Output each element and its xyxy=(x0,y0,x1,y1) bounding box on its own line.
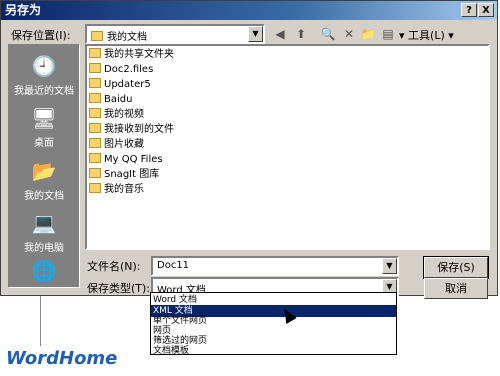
list-item-label: 我接收到的文件 xyxy=(104,124,174,135)
filetype-label: 保存类型(T): xyxy=(87,282,151,295)
place-my-computer[interactable]: 💻 我的电脑 xyxy=(9,210,79,254)
folder-icon xyxy=(89,93,101,103)
list-item[interactable]: Doc2.files xyxy=(89,62,153,77)
folder-icon xyxy=(89,123,101,133)
folder-icon xyxy=(89,63,101,73)
my-documents-icon: 📂 xyxy=(31,159,57,183)
folder-icon xyxy=(89,168,101,178)
list-item-label: SnagIt 图库 xyxy=(104,169,160,180)
list-item-label: Updater5 xyxy=(104,79,151,90)
chevron-down-icon[interactable]: ▼ xyxy=(248,26,263,42)
place-recent[interactable]: 🕘 我最近的文档 xyxy=(9,53,79,97)
network-globe-icon: 🌐 xyxy=(31,259,57,283)
filename-value: Doc11 xyxy=(157,260,190,271)
window-title: 另存为 xyxy=(5,3,42,17)
cancel-button[interactable]: 取消 xyxy=(424,278,488,299)
tools-label: 工具(L) xyxy=(408,29,445,42)
file-list[interactable]: 我的共享文件夹 Doc2.files Updater5 Baidu 我的视频 我… xyxy=(85,44,490,250)
list-item-label: 我的视频 xyxy=(104,109,144,120)
list-item[interactable]: 我的视频 xyxy=(89,107,144,122)
places-bar: 🕘 我最近的文档 🖥 桌面 📂 我的文档 💻 我的电脑 🌐 xyxy=(8,44,80,288)
help-button[interactable]: ? xyxy=(461,3,477,17)
list-item[interactable]: 我的共享文件夹 xyxy=(89,47,174,62)
filename-label: 文件名(N): xyxy=(87,260,141,273)
delete-icon[interactable]: ✕ xyxy=(340,26,358,42)
place-my-computer-label: 我的电脑 xyxy=(24,243,64,254)
close-button[interactable]: X xyxy=(478,3,494,17)
folder-icon xyxy=(89,153,101,163)
list-item[interactable]: SnagIt 图库 xyxy=(89,167,159,182)
list-item[interactable]: 我接收到的文件 xyxy=(89,122,174,137)
watermark-logo: WordHome xyxy=(6,348,118,369)
list-item[interactable]: 图片收藏 xyxy=(89,137,144,152)
chevron-down-icon[interactable]: ▼ xyxy=(382,258,397,274)
place-network[interactable]: 🌐 xyxy=(9,258,79,287)
list-item-label: 我的音乐 xyxy=(104,184,144,195)
folder-icon xyxy=(89,78,101,88)
views-icon[interactable]: ▤ xyxy=(379,26,397,42)
filename-input[interactable]: Doc11 ▼ xyxy=(151,256,399,276)
list-item[interactable]: Updater5 xyxy=(89,77,151,92)
filetype-dropdown-list[interactable]: Word 文档 XML 文档 单个文件网页 网页 筛选过的网页 文档模板 xyxy=(150,292,397,357)
place-desktop-label: 桌面 xyxy=(34,138,54,149)
back-icon[interactable]: ◀ xyxy=(271,26,289,42)
search-web-icon[interactable]: 🔍 xyxy=(319,26,337,42)
new-folder-icon[interactable]: 📁 xyxy=(359,26,377,42)
title-bar: 另存为 ? X xyxy=(1,1,497,20)
list-item-label: My QQ Files xyxy=(104,154,163,165)
place-recent-label: 我最近的文档 xyxy=(14,86,74,97)
save-button[interactable]: 保存(S) xyxy=(423,256,489,279)
list-item[interactable]: My QQ Files xyxy=(89,152,163,167)
place-my-documents[interactable]: 📂 我的文档 xyxy=(9,158,79,202)
save-location-text: 我的文档 xyxy=(107,32,147,43)
list-item[interactable]: 我的音乐 xyxy=(89,182,144,197)
guide-line xyxy=(40,296,41,346)
list-item-label: 我的共享文件夹 xyxy=(104,49,174,60)
save-location-combo[interactable]: 我的文档 ▼ xyxy=(85,24,265,44)
folder-icon xyxy=(89,138,101,148)
list-item-label: 图片收藏 xyxy=(104,139,144,150)
my-computer-icon: 💻 xyxy=(31,211,57,235)
tools-menu[interactable]: ▾ 工具(L) ▾ xyxy=(399,27,454,43)
save-as-dialog: 另存为 ? X 保存位置(I): 我的文档 ▼ ◀ ⬆ 🔍 ✕ 📁 ▤ ▾ 工具… xyxy=(0,0,498,299)
up-folder-icon[interactable]: ⬆ xyxy=(292,26,310,42)
filetype-option[interactable]: 文档模板 xyxy=(151,345,396,357)
folder-icon xyxy=(91,31,103,41)
place-desktop[interactable]: 🖥 桌面 xyxy=(9,105,79,149)
folder-icon xyxy=(89,48,101,58)
list-item-label: Doc2.files xyxy=(104,64,154,75)
desktop-icon: 🖥 xyxy=(31,106,57,130)
folder-icon xyxy=(89,108,101,118)
list-item-label: Baidu xyxy=(104,94,133,105)
save-location-label: 保存位置(I): xyxy=(11,29,71,42)
recent-docs-icon: 🕘 xyxy=(31,54,57,78)
list-item[interactable]: Baidu xyxy=(89,92,132,107)
place-my-documents-label: 我的文档 xyxy=(24,191,64,202)
music-folder-icon xyxy=(89,183,101,193)
save-location-value: 我的文档 xyxy=(91,28,147,43)
